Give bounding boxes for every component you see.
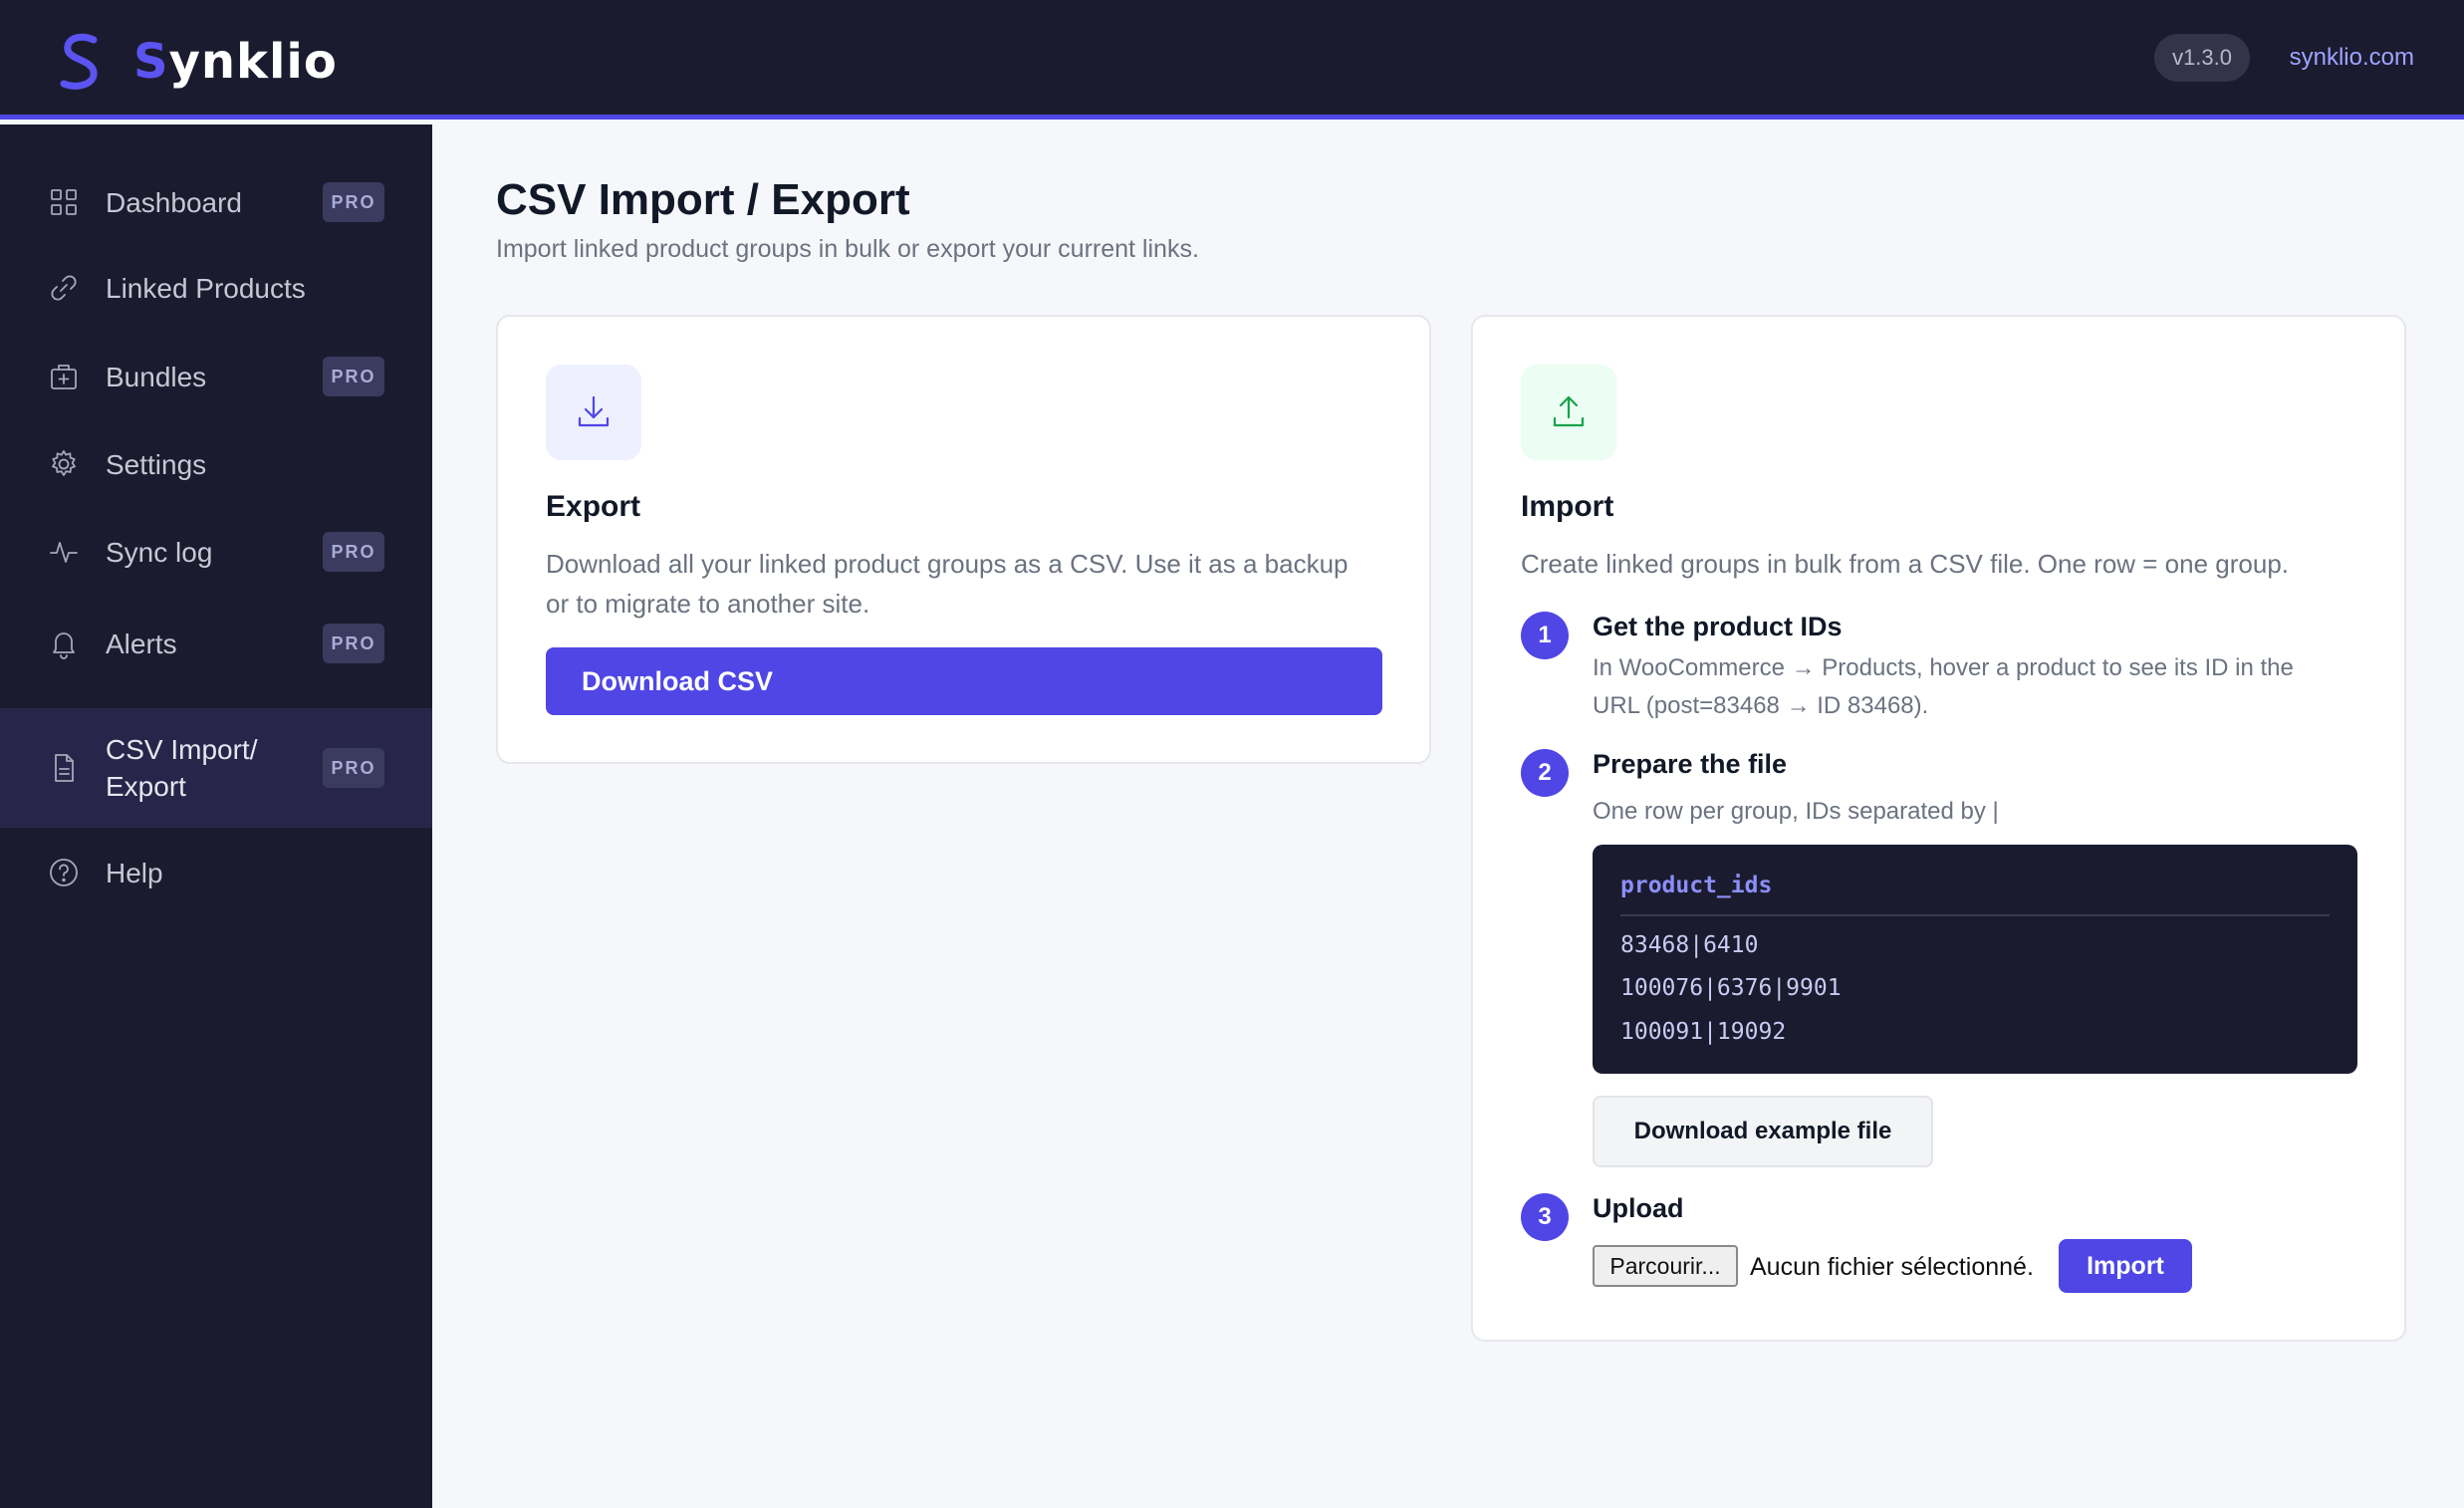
sidebar-item-label: Help — [106, 857, 163, 888]
export-icon-tile — [546, 365, 641, 460]
sidebar-item-help[interactable]: Help — [0, 842, 432, 903]
synklio-logo-icon — [60, 33, 98, 90]
csv-example-code: product_ids 83468|6410 100076|6376|9901 … — [1593, 845, 2357, 1074]
import-card: Import Create linked groups in bulk from… — [1471, 315, 2406, 1342]
help-circle-icon — [48, 857, 80, 888]
sidebar-item-linked-products[interactable]: Linked Products — [0, 257, 432, 319]
activity-icon — [48, 536, 80, 568]
sidebar-item-label: Linked Products — [106, 272, 306, 304]
pro-badge: PRO — [323, 748, 384, 788]
page-subtitle: Import linked product groups in bulk or … — [496, 235, 1199, 263]
sidebar: Dashboard PRO Linked Products Bundles PR… — [0, 125, 432, 1508]
code-row: 100076|6376|9901 — [1620, 975, 1842, 1001]
top-bar: Synklio v1.3.0 synklio.com — [0, 0, 2464, 120]
file-status-text: Aucun fichier sélectionné. — [1750, 1253, 2034, 1281]
step-text: In WooCommerce → Products, hover a produ… — [1593, 654, 2294, 719]
pro-badge: PRO — [323, 357, 384, 396]
pro-badge: PRO — [323, 532, 384, 572]
version-badge: v1.3.0 — [2154, 34, 2250, 82]
step-title: Get the product IDs — [1593, 612, 1843, 641]
export-description: Download all your linked product groups … — [546, 549, 1349, 619]
file-icon — [48, 752, 80, 784]
step-title: Prepare the file — [1593, 749, 1788, 779]
grid-icon — [48, 186, 80, 218]
pro-badge: PRO — [323, 624, 384, 663]
import-icon-tile — [1521, 365, 1616, 460]
step-title: Upload — [1593, 1193, 1684, 1223]
code-divider — [1620, 914, 2330, 916]
import-description: Create linked groups in bulk from a CSV … — [1521, 549, 2290, 579]
gear-icon — [48, 448, 80, 480]
sidebar-item-label: Settings — [106, 448, 207, 480]
code-row: 100091|19092 — [1620, 1019, 1787, 1045]
step-number: 3 — [1521, 1193, 1569, 1241]
code-row: 83468|6410 — [1620, 932, 1759, 958]
download-csv-button[interactable]: Download CSV — [546, 647, 1382, 715]
page-title: CSV Import / Export — [496, 175, 910, 224]
sidebar-item-label: Sync log — [106, 536, 213, 568]
site-link[interactable]: synklio.com — [2290, 44, 2414, 72]
sidebar-item-settings[interactable]: Settings — [0, 433, 432, 495]
file-browse-button[interactable]: Parcourir... — [1593, 1245, 1738, 1287]
sidebar-item-bundles[interactable]: Bundles PRO — [0, 346, 432, 407]
import-button[interactable]: Import — [2059, 1239, 2192, 1293]
import-title: Import — [1521, 490, 1614, 523]
link-icon — [48, 272, 80, 304]
sidebar-item-alerts[interactable]: Alerts PRO — [0, 613, 432, 674]
sidebar-item-sync-log[interactable]: Sync log PRO — [0, 521, 432, 583]
sidebar-item-label: CSV Import/Export — [106, 734, 258, 802]
download-icon — [578, 395, 610, 427]
pro-badge: PRO — [323, 182, 384, 222]
code-header: product_ids — [1620, 873, 1773, 898]
upload-icon — [1553, 395, 1585, 427]
box-plus-icon — [48, 361, 80, 392]
sidebar-item-label: Bundles — [106, 361, 207, 392]
export-title: Export — [546, 490, 641, 523]
step-number: 2 — [1521, 749, 1569, 797]
download-example-button[interactable]: Download example file — [1593, 1096, 1933, 1167]
bell-icon — [48, 628, 80, 659]
brand-name: Synklio — [133, 34, 338, 90]
step-text: One row per group, IDs separated by | — [1593, 798, 1999, 825]
step-number: 1 — [1521, 612, 1569, 659]
sidebar-item-dashboard[interactable]: Dashboard PRO — [0, 171, 432, 233]
sidebar-item-label: Dashboard — [106, 186, 242, 218]
export-card: Export Download all your linked product … — [496, 315, 1431, 764]
brand-logo[interactable]: Synklio — [58, 32, 338, 92]
sidebar-item-label: Alerts — [106, 628, 177, 659]
sidebar-item-csv-import-export[interactable]: CSV Import/Export PRO — [0, 708, 432, 828]
